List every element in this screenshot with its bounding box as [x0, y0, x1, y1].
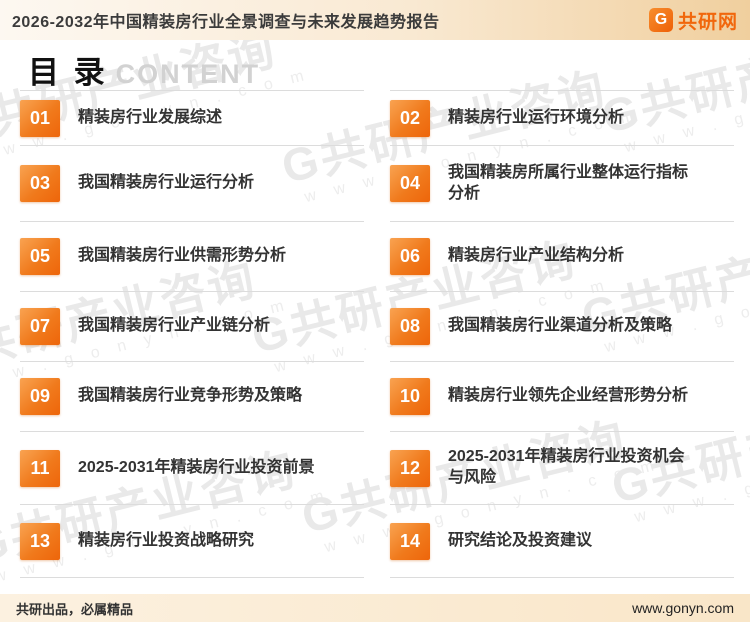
- toc-number-badge: 09: [20, 378, 60, 415]
- logo-g-icon: G: [649, 8, 673, 32]
- toc-item-12: 12 2025-2031年精装房行业投资机会与风险: [390, 432, 734, 505]
- toc-item-label: 我国精装房行业产业链分析: [78, 316, 270, 337]
- toc-item-10: 10 精装房行业领先企业经营形势分析: [390, 362, 734, 432]
- toc-item-11: 11 2025-2031年精装房行业投资前景: [20, 432, 364, 505]
- toc-number-badge: 03: [20, 165, 60, 202]
- header-bar: 2026-2032年中国精装房行业全景调查与未来发展趋势报告 G 共研网: [0, 0, 750, 40]
- toc-grid: 01精装房行业发展综述 02精装房行业运行环境分析 03我国精装房行业运行分析 …: [20, 90, 734, 578]
- toc-item-label: 精装房行业领先企业经营形势分析: [448, 386, 688, 407]
- toc-item-08: 08 我国精装房行业渠道分析及策略: [390, 292, 734, 362]
- toc-item-label: 2025-2031年精装房行业投资机会与风险: [448, 447, 698, 489]
- toc-number-badge: 05: [20, 238, 60, 275]
- toc-item-label: 我国精装房行业供需形势分析: [78, 246, 286, 267]
- toc-number-badge: 08: [390, 308, 430, 345]
- footer-slogan: 共研出品，必属精品: [16, 599, 133, 618]
- toc-item-label: 精装房行业投资战略研究: [78, 531, 254, 552]
- toc-item-04: 04 我国精装房所属行业整体运行指标分析: [390, 146, 734, 222]
- toc-number-badge: 07: [20, 308, 60, 345]
- site-logo[interactable]: G 共研网: [649, 7, 738, 34]
- toc-item-13: 13 精装房行业投资战略研究: [20, 505, 364, 578]
- toc-number-badge: 11: [20, 450, 60, 487]
- toc-number-badge: 14: [390, 523, 430, 560]
- toc-item-label: 我国精装房行业渠道分析及策略: [448, 316, 672, 337]
- toc-item-label: 我国精装房行业运行分析: [78, 173, 254, 194]
- toc-item-label: 我国精装房所属行业整体运行指标分析: [448, 163, 698, 205]
- footer-website-url[interactable]: www.gonyn.com: [632, 600, 734, 616]
- report-title: 2026-2032年中国精装房行业全景调查与未来发展趋势报告: [12, 8, 440, 32]
- toc-number-badge: 04: [390, 165, 430, 202]
- toc-item-07: 07 我国精装房行业产业链分析: [20, 292, 364, 362]
- toc-item-14: 14 研究结论及投资建议: [390, 505, 734, 578]
- toc-number-badge: 12: [390, 450, 430, 487]
- toc-number-badge: 01: [20, 100, 60, 137]
- toc-number-badge: 13: [20, 523, 60, 560]
- toc-item-06: 06 精装房行业产业结构分析: [390, 222, 734, 292]
- footer-bar: 共研出品，必属精品 www.gonyn.com: [0, 594, 750, 622]
- toc-item-09: 09 我国精装房行业竞争形势及策略: [20, 362, 364, 432]
- toc-item-label: 精装房行业运行环境分析: [448, 108, 624, 129]
- toc-item-02: 02 精装房行业运行环境分析: [390, 90, 734, 146]
- toc-item-05: 05 我国精装房行业供需形势分析: [20, 222, 364, 292]
- toc-number-badge: 02: [390, 100, 430, 137]
- toc-item-03: 03 我国精装房行业运行分析: [20, 146, 364, 222]
- toc-number-badge: 10: [390, 378, 430, 415]
- toc-heading-zh: 目 录: [28, 57, 108, 88]
- toc-item-01: 01 精装房行业发展综述: [20, 90, 364, 146]
- logo-text: 共研网: [678, 7, 738, 34]
- toc-item-label: 精装房行业产业结构分析: [448, 246, 624, 267]
- toc-heading: 目 录 CONTENT: [0, 40, 750, 90]
- toc-item-label: 我国精装房行业竞争形势及策略: [78, 386, 302, 407]
- toc-item-label: 2025-2031年精装房行业投资前景: [78, 458, 315, 479]
- toc-number-badge: 06: [390, 238, 430, 275]
- toc-item-label: 精装房行业发展综述: [78, 108, 222, 129]
- toc-item-label: 研究结论及投资建议: [448, 531, 592, 552]
- toc-heading-en: CONTENT: [116, 61, 261, 88]
